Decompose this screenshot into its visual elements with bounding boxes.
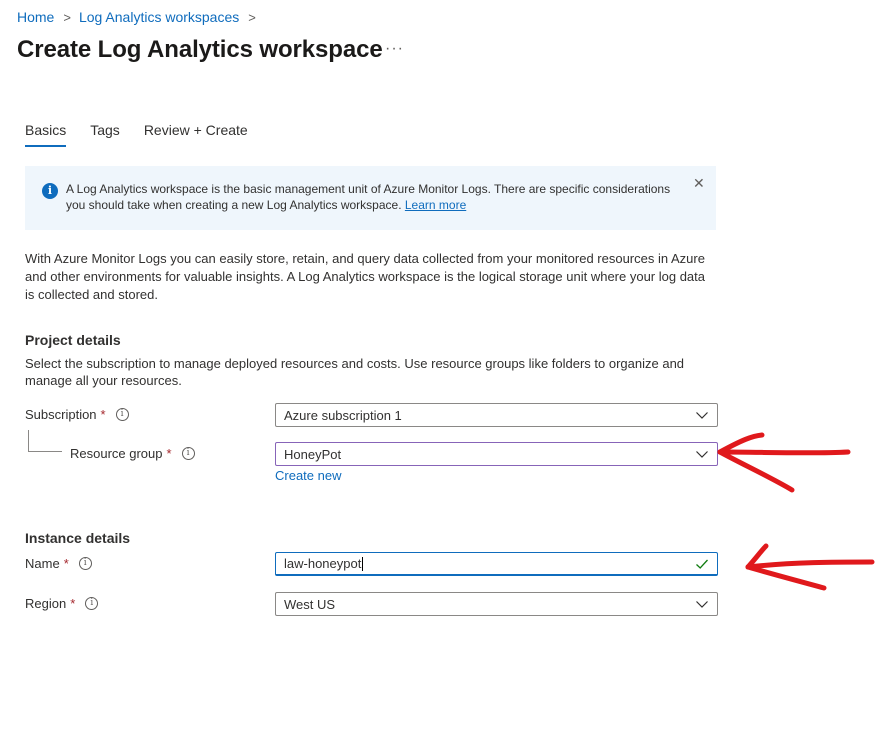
info-icon[interactable]: i: [115, 408, 129, 421]
tree-connector-horizontal: [28, 451, 62, 452]
info-icon[interactable]: i: [181, 447, 195, 460]
region-label: Region * i: [25, 596, 99, 611]
resource-group-value: HoneyPot: [284, 446, 342, 462]
info-icon[interactable]: i: [85, 597, 99, 610]
info-icon[interactable]: i: [78, 557, 92, 570]
chevron-down-icon: [696, 601, 708, 608]
chevron-right-icon: >: [63, 9, 71, 25]
resource-group-dropdown[interactable]: HoneyPot: [275, 442, 718, 466]
info-banner-text: A Log Analytics workspace is the basic m…: [66, 181, 676, 213]
chevron-down-icon: [696, 412, 708, 419]
tab-bar: Basics Tags Review + Create: [25, 122, 272, 147]
breadcrumb-home-link[interactable]: Home: [17, 9, 54, 25]
instance-details-heading: Instance details: [25, 530, 131, 546]
name-label: Name * i: [25, 556, 92, 571]
required-marker: *: [70, 596, 76, 611]
name-label-text: Name: [25, 556, 60, 571]
chevron-down-icon: [696, 451, 708, 458]
name-input-text: law-honeypot: [284, 555, 362, 571]
region-label-text: Region: [25, 596, 67, 611]
region-value: West US: [284, 596, 336, 612]
info-banner: i A Log Analytics workspace is the basic…: [25, 166, 716, 230]
tree-connector-vertical: [28, 430, 29, 451]
subscription-value: Azure subscription 1: [284, 407, 402, 423]
tab-basics[interactable]: Basics: [25, 122, 67, 147]
project-details-description: Select the subscription to manage deploy…: [25, 356, 685, 388]
subscription-dropdown[interactable]: Azure subscription 1: [275, 403, 718, 427]
learn-more-link[interactable]: Learn more: [405, 198, 466, 212]
required-marker: *: [63, 556, 69, 571]
create-new-link[interactable]: Create new: [275, 468, 341, 483]
tab-review-create[interactable]: Review + Create: [144, 122, 248, 147]
name-input[interactable]: law-honeypot: [275, 552, 718, 576]
workspace-description: With Azure Monitor Logs you can easily s…: [25, 251, 706, 302]
required-marker: *: [166, 446, 172, 461]
more-options-icon[interactable]: ···: [385, 40, 404, 58]
project-details-heading: Project details: [25, 332, 121, 348]
checkmark-icon: [696, 559, 708, 569]
resource-group-label: Resource group * i: [70, 446, 195, 461]
text-caret: [362, 557, 364, 572]
annotation-arrow-resource-group: [717, 432, 851, 493]
breadcrumb-log-analytics-link[interactable]: Log Analytics workspaces: [79, 9, 239, 25]
close-icon[interactable]: ✕: [693, 175, 705, 192]
name-input-value: law-honeypot: [276, 556, 695, 572]
chevron-right-icon: >: [248, 9, 256, 25]
annotation-arrow-name: [745, 543, 875, 591]
breadcrumb: Home > Log Analytics workspaces >: [17, 9, 264, 25]
required-marker: *: [100, 407, 106, 422]
tab-tags[interactable]: Tags: [90, 122, 120, 147]
info-banner-message: A Log Analytics workspace is the basic m…: [66, 182, 671, 212]
subscription-label-text: Subscription: [25, 407, 97, 422]
subscription-label: Subscription * i: [25, 407, 129, 422]
page-title: Create Log Analytics workspace: [17, 36, 383, 63]
info-icon: i: [42, 183, 58, 199]
resource-group-label-text: Resource group: [70, 446, 163, 461]
region-dropdown[interactable]: West US: [275, 592, 718, 616]
